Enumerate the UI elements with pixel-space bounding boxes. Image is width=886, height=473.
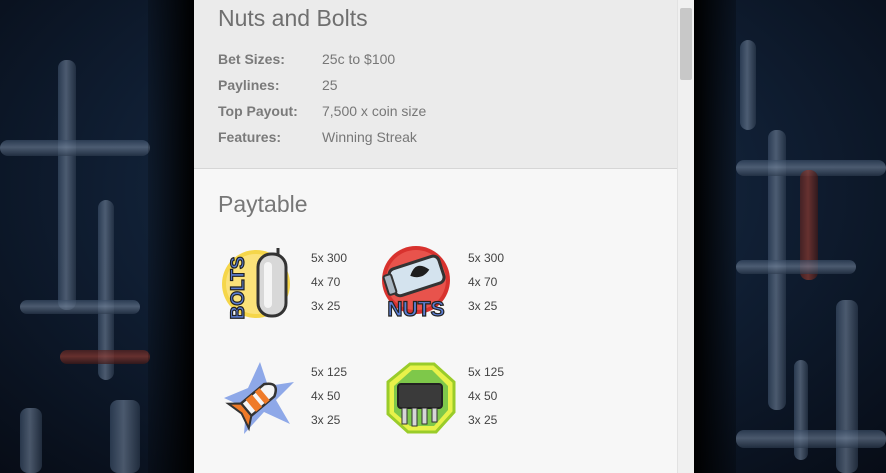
detail-label: Features: <box>218 129 282 145</box>
pay-3x: 3x 25 <box>311 413 341 427</box>
chip-pays: 5x 125 4x 50 3x 25 <box>468 360 504 432</box>
detail-value: 25 <box>322 77 338 93</box>
panel-scrollbar[interactable] <box>677 0 694 473</box>
paytable-title: Paytable <box>218 191 308 217</box>
svg-text:NUTS: NUTS <box>387 298 444 321</box>
bolts-icon: BOLTS <box>220 244 300 324</box>
pay-5x: 5x 300 <box>468 251 505 265</box>
scrollbar-thumb[interactable] <box>680 8 692 80</box>
game-info-panel: Nuts and Bolts Bet Sizes: 25c to $100 Pa… <box>194 0 694 473</box>
pay-5x: 5x 125 <box>311 365 348 379</box>
right-vignette <box>694 0 736 473</box>
rocket-icon <box>220 358 300 438</box>
game-title: Nuts and Bolts <box>218 5 368 31</box>
pay-3x: 3x 25 <box>311 299 341 313</box>
game-details-section: Nuts and Bolts Bet Sizes: 25c to $100 Pa… <box>194 0 677 169</box>
pay-4x: 4x 70 <box>468 275 498 289</box>
rocket-pays: 5x 125 4x 50 3x 25 <box>311 360 347 432</box>
pay-4x: 4x 50 <box>468 389 498 403</box>
detail-value: 7,500 x coin size <box>322 103 427 119</box>
detail-value: 25c to $100 <box>322 51 396 67</box>
pay-4x: 4x 70 <box>311 275 341 289</box>
nuts-icon: NUTS <box>376 244 456 324</box>
pay-4x: 4x 50 <box>311 389 341 403</box>
chip-icon <box>382 360 462 440</box>
left-vignette <box>148 0 194 473</box>
bolts-pays: 5x 300 4x 70 3x 25 <box>311 246 347 318</box>
detail-label: Bet Sizes: <box>218 51 285 67</box>
pay-5x: 5x 125 <box>468 365 505 379</box>
pay-3x: 3x 25 <box>468 413 498 427</box>
svg-text:BOLTS: BOLTS <box>228 257 249 320</box>
detail-label: Paylines: <box>218 77 280 93</box>
detail-value: Winning Streak <box>322 129 417 145</box>
pay-3x: 3x 25 <box>468 299 498 313</box>
pay-5x: 5x 300 <box>311 251 348 265</box>
detail-label: Top Payout: <box>218 103 298 119</box>
nuts-pays: 5x 300 4x 70 3x 25 <box>468 246 504 318</box>
